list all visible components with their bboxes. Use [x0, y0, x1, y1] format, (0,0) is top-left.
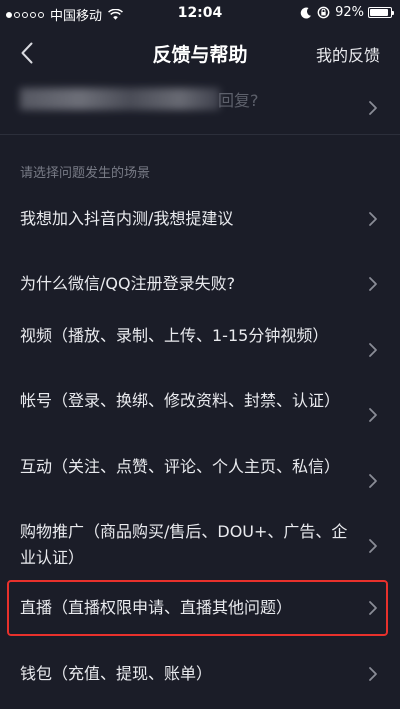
list-item-blurred[interactable]: 回复?	[0, 82, 400, 134]
rotation-lock-icon	[317, 6, 330, 19]
status-bar: 中国移动 12:04 92%	[0, 0, 400, 26]
chevron-right-icon	[369, 474, 377, 488]
chevron-right-icon	[369, 101, 377, 115]
list-item-label: 为什么微信/QQ注册登录失败?	[20, 274, 236, 293]
chevron-right-icon	[369, 667, 377, 681]
list-item-label: 帐号（登录、换绑、修改资料、封禁、认证）	[20, 391, 341, 410]
blurred-text	[20, 88, 220, 110]
blurred-item-tail: 回复?	[218, 91, 259, 110]
screen: 中国移动 12:04 92% 反馈与帮助 我的反馈 回复? 请选择问题发生的场景…	[0, 0, 400, 709]
section-header: 请选择问题发生的场景	[20, 166, 151, 181]
chevron-right-icon	[369, 343, 377, 357]
back-button[interactable]	[12, 38, 42, 68]
chevron-left-icon	[21, 42, 33, 64]
list-item-interaction[interactable]: 互动（关注、点赞、评论、个人主页、私信）	[0, 449, 400, 509]
chevron-right-icon	[369, 539, 377, 553]
list-item-account[interactable]: 帐号（登录、换绑、修改资料、封禁、认证）	[0, 383, 400, 443]
list-item-label: 购物推广（商品购买/售后、DOU+、广告、企业认证）	[20, 522, 348, 567]
battery-fill	[370, 9, 389, 16]
battery-percent: 92%	[335, 5, 364, 20]
list-item-live-stream[interactable]: 直播（直播权限申请、直播其他问题）	[0, 582, 400, 634]
moon-icon	[300, 7, 312, 19]
list-item-beta-suggestion[interactable]: 我想加入抖音内测/我想提建议	[0, 195, 400, 243]
list-item-label: 我想加入抖音内测/我想提建议	[20, 209, 234, 228]
list-item-wallet[interactable]: 钱包（充值、提现、账单）	[0, 650, 400, 698]
my-feedback-button[interactable]: 我的反馈	[316, 42, 380, 66]
nav-bar: 反馈与帮助 我的反馈	[0, 26, 400, 80]
battery-icon	[368, 7, 394, 18]
chevron-right-icon	[369, 408, 377, 422]
list-item-login-failure[interactable]: 为什么微信/QQ注册登录失败?	[0, 260, 400, 308]
list-item-video[interactable]: 视频（播放、录制、上传、1-15分钟视频）	[0, 318, 400, 378]
list-item-shopping-promotion[interactable]: 购物推广（商品购买/售后、DOU+、广告、企业认证）	[0, 514, 400, 574]
chevron-right-icon	[369, 601, 377, 615]
list-item-label: 视频（播放、录制、上传、1-15分钟视频）	[20, 326, 329, 345]
list-item-label: 直播（直播权限申请、直播其他问题）	[20, 598, 293, 617]
status-right: 92%	[300, 5, 394, 20]
divider	[0, 134, 400, 135]
chevron-right-icon	[369, 212, 377, 226]
chevron-right-icon	[369, 277, 377, 291]
list-item-label: 钱包（充值、提现、账单）	[20, 664, 213, 683]
list-item-label: 互动（关注、点赞、评论、个人主页、私信）	[20, 457, 341, 476]
